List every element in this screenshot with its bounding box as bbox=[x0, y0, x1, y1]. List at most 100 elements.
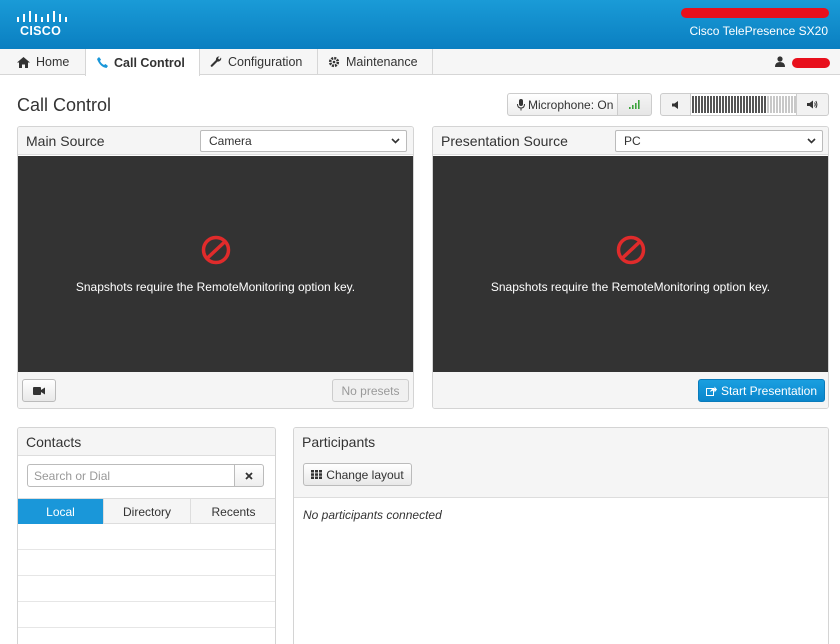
list-item[interactable] bbox=[18, 576, 275, 602]
volume-bar bbox=[781, 96, 784, 113]
volume-bar bbox=[733, 96, 736, 113]
close-icon bbox=[245, 471, 253, 480]
main-source-message: Snapshots require the RemoteMonitoring o… bbox=[75, 280, 356, 294]
home-icon bbox=[17, 56, 30, 68]
participants-header: Participants Change layout bbox=[294, 428, 828, 498]
volume-up-icon bbox=[807, 100, 818, 109]
presets-button[interactable]: No presets bbox=[332, 379, 409, 402]
volume-bar bbox=[778, 96, 781, 113]
gear-icon bbox=[328, 56, 340, 68]
volume-bar bbox=[694, 96, 697, 113]
contacts-tabs: Local Directory Recents bbox=[18, 498, 275, 524]
user-icon[interactable] bbox=[775, 56, 785, 67]
redacted-system-name bbox=[681, 8, 829, 18]
change-layout-button[interactable]: Change layout bbox=[303, 463, 412, 486]
list-item[interactable] bbox=[18, 628, 275, 644]
volume-bar bbox=[754, 96, 757, 113]
start-presentation-label: Start Presentation bbox=[720, 383, 818, 398]
tab-maintenance[interactable]: Maintenance bbox=[318, 49, 433, 75]
presentation-source-selected: PC bbox=[624, 134, 641, 148]
list-item[interactable] bbox=[18, 602, 275, 628]
main-source-selected: Camera bbox=[209, 134, 252, 148]
volume-slider[interactable] bbox=[691, 94, 796, 115]
volume-bar bbox=[787, 96, 790, 113]
volume-bar bbox=[703, 96, 706, 113]
main-source-snapshot: Snapshots require the RemoteMonitoring o… bbox=[18, 156, 413, 372]
wrench-icon bbox=[210, 56, 222, 67]
page-title: Call Control bbox=[17, 95, 112, 115]
main-nav: Home Call Control Configuration Maintena… bbox=[0, 49, 840, 76]
participants-panel: Participants Change layout No participan… bbox=[293, 427, 829, 644]
presentation-source-select[interactable]: PC bbox=[615, 130, 823, 152]
volume-bar bbox=[766, 96, 769, 113]
volume-bar bbox=[721, 96, 724, 113]
logo-text: CISCO bbox=[20, 24, 62, 38]
volume-control bbox=[660, 93, 829, 116]
search-clear-button[interactable] bbox=[234, 464, 264, 487]
volume-down-button[interactable] bbox=[661, 94, 691, 115]
search-input[interactable]: Search or Dial bbox=[27, 464, 235, 487]
main-source-footer: No presets bbox=[18, 372, 413, 408]
volume-bar bbox=[757, 96, 760, 113]
redacted-username bbox=[792, 58, 830, 68]
video-camera-icon bbox=[33, 386, 45, 395]
volume-bar bbox=[739, 96, 742, 113]
camera-control-button[interactable] bbox=[22, 379, 56, 402]
grid-icon bbox=[311, 470, 323, 479]
volume-bar bbox=[709, 96, 712, 113]
cisco-bars-icon bbox=[17, 11, 67, 22]
volume-bar bbox=[784, 96, 787, 113]
no-participants-text: No participants connected bbox=[303, 508, 442, 522]
prohibited-icon bbox=[616, 235, 645, 265]
start-presentation-button[interactable]: Start Presentation bbox=[698, 379, 825, 402]
tab-call-control[interactable]: Call Control bbox=[85, 49, 200, 76]
tab-home-label: Home bbox=[36, 55, 70, 69]
presentation-source-title: Presentation Source bbox=[441, 133, 568, 149]
list-item[interactable] bbox=[18, 524, 275, 550]
list-item[interactable] bbox=[18, 550, 275, 576]
contacts-header: Contacts bbox=[18, 428, 275, 456]
tab-directory[interactable]: Directory bbox=[104, 499, 191, 524]
tab-home[interactable]: Home bbox=[0, 49, 86, 75]
contacts-panel: Contacts Search or Dial Local Directory … bbox=[17, 427, 276, 644]
tab-configuration-label: Configuration bbox=[228, 55, 303, 69]
participants-title: Participants bbox=[302, 434, 376, 450]
change-layout-label: Change layout bbox=[326, 467, 404, 482]
tab-recents[interactable]: Recents bbox=[191, 499, 275, 524]
presentation-source-snapshot: Snapshots require the RemoteMonitoring o… bbox=[433, 156, 828, 372]
contacts-title: Contacts bbox=[26, 434, 82, 450]
microphone-level bbox=[617, 93, 652, 116]
volume-bar bbox=[706, 96, 709, 113]
volume-bar bbox=[712, 96, 715, 113]
signal-bars-icon bbox=[629, 100, 640, 109]
main-source-title: Main Source bbox=[26, 133, 105, 149]
app-header: CISCO Cisco TelePresence SX20 bbox=[0, 0, 840, 49]
microphone-icon bbox=[517, 98, 525, 110]
volume-bar bbox=[751, 96, 754, 113]
volume-bar bbox=[697, 96, 700, 113]
tab-local[interactable]: Local bbox=[18, 499, 104, 524]
volume-bar bbox=[775, 96, 778, 113]
share-icon bbox=[705, 386, 717, 396]
product-name: Cisco TelePresence SX20 bbox=[689, 24, 828, 38]
microphone-toggle-button[interactable]: Microphone: On bbox=[507, 93, 618, 116]
volume-bar bbox=[727, 96, 730, 113]
volume-bar bbox=[700, 96, 703, 113]
volume-bar bbox=[718, 96, 721, 113]
volume-bar bbox=[763, 96, 766, 113]
volume-up-button[interactable] bbox=[796, 94, 828, 115]
volume-bar bbox=[724, 96, 727, 113]
phone-icon bbox=[97, 57, 108, 68]
volume-bar bbox=[736, 96, 739, 113]
volume-bar bbox=[772, 96, 775, 113]
tab-configuration[interactable]: Configuration bbox=[200, 49, 318, 75]
prohibited-icon bbox=[201, 235, 230, 265]
main-source-panel: Main Source Camera Snapshots require the… bbox=[17, 126, 414, 409]
cisco-logo: CISCO bbox=[16, 10, 68, 38]
presentation-source-panel: Presentation Source PC Snapshots require… bbox=[432, 126, 829, 409]
volume-bar bbox=[769, 96, 772, 113]
volume-down-icon bbox=[671, 100, 678, 109]
main-source-select[interactable]: Camera bbox=[200, 130, 407, 152]
volume-bar bbox=[790, 96, 793, 113]
volume-bar bbox=[760, 96, 763, 113]
